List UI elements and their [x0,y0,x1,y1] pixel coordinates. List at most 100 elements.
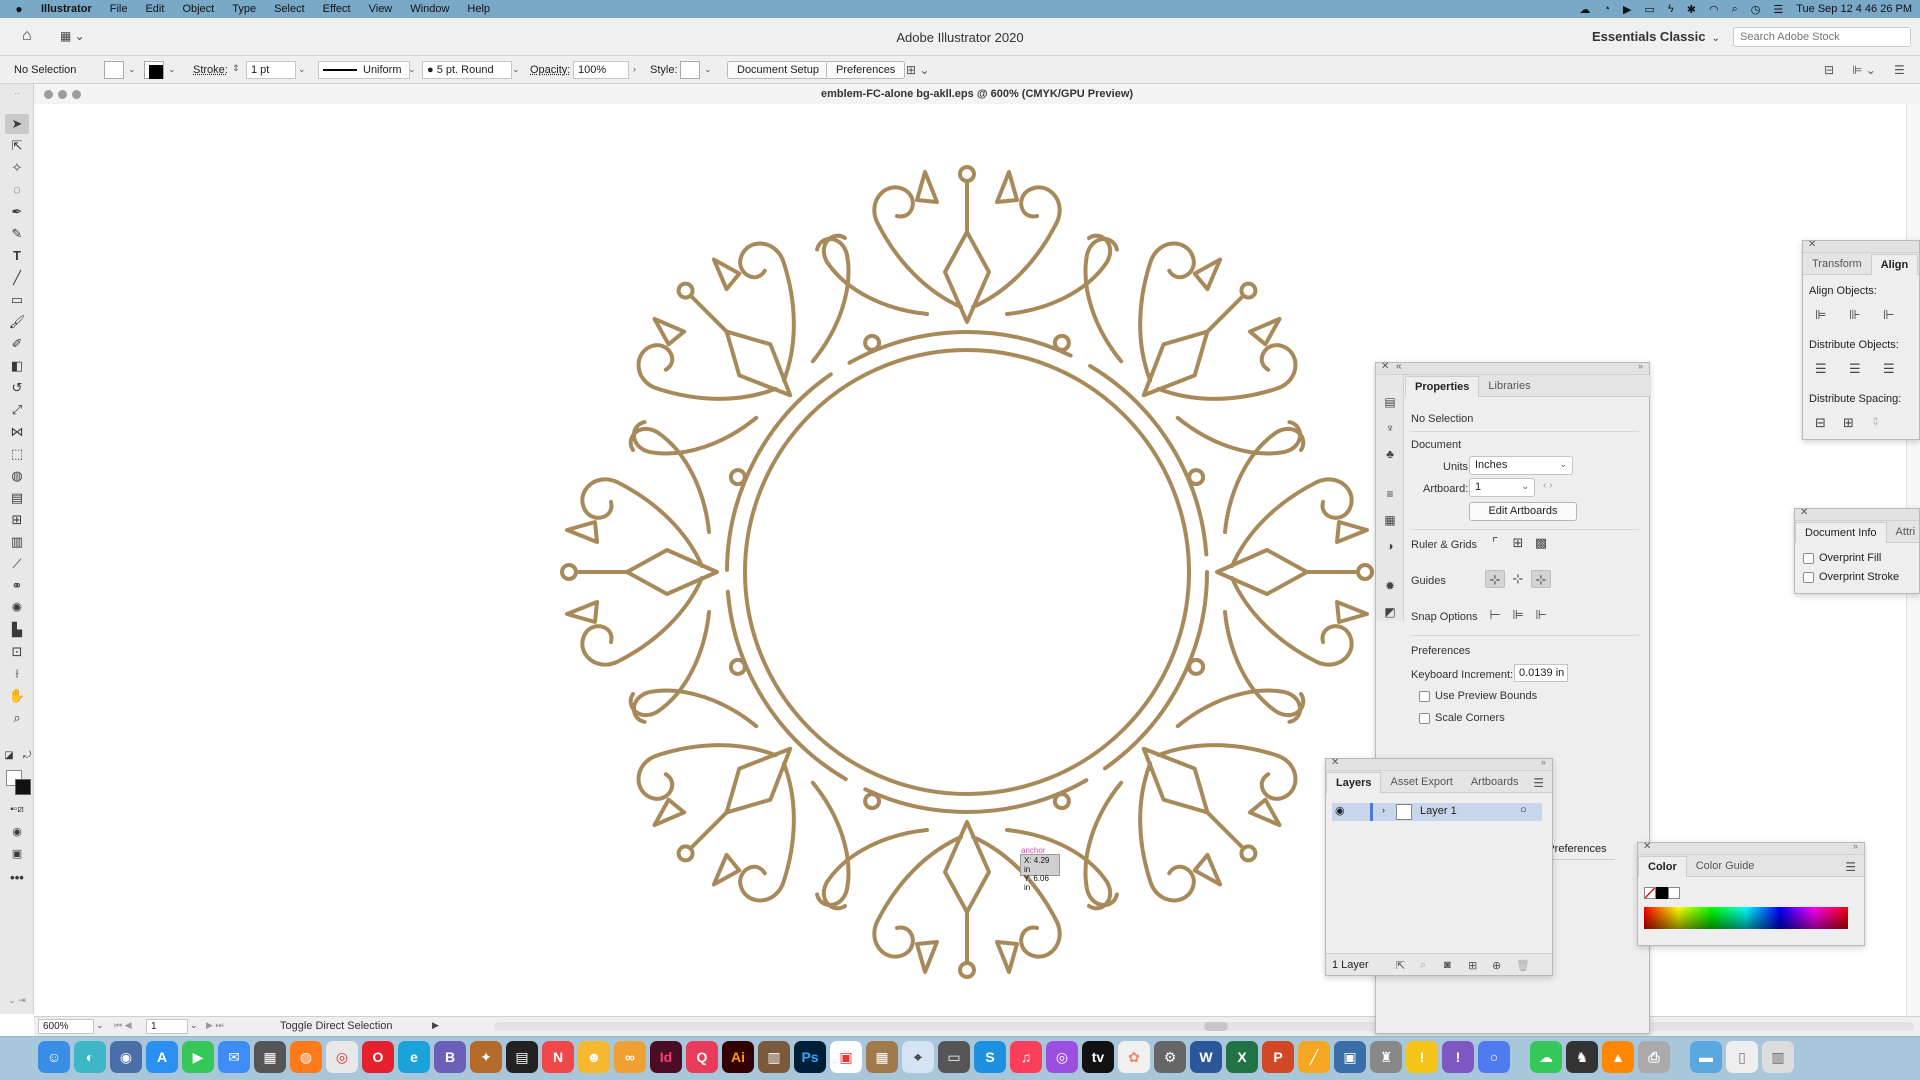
ring-dot[interactable] [863,792,882,811]
slice-tool-icon[interactable]: ⟊ [5,664,29,684]
magic-wand-tool-icon[interactable]: ✧ [5,158,29,178]
align-panel-icon[interactable]: ⊟ [1824,63,1834,77]
dock-app-icon[interactable]: ▦ [866,1041,898,1073]
snap-to-pixel-icon[interactable]: ⊩ [1531,606,1551,624]
right-leaf[interactable] [1192,852,1228,890]
artboard-nav-icons[interactable]: ‹ › [1543,480,1552,491]
opacity-label[interactable]: Opacity: [530,64,570,76]
bluetooth-icon[interactable]: ✱ [1687,3,1696,16]
fill-swatch[interactable] [104,61,124,79]
edit-artboards-button[interactable]: Edit Artboards [1469,502,1577,521]
target-circle-icon[interactable]: ○ [1520,804,1527,816]
status-tool-hint[interactable]: Toggle Direct Selection [280,1020,393,1032]
arrange-icon[interactable]: ⊞ ⌄ [906,63,929,77]
rectangle-tool-icon[interactable]: ▭ [5,290,29,310]
inner-ring[interactable] [743,348,1191,796]
feedback-icon[interactable]: ! [1442,1041,1474,1073]
scrollbar-thumb[interactable] [1204,1022,1228,1031]
snap-to-point-icon[interactable]: ⊢ [1485,606,1505,624]
type-tool-icon[interactable]: T [5,246,29,266]
collapse-icon[interactable]: « [1396,361,1402,372]
stroke-dropdown-icon[interactable]: ⌄ [168,64,176,75]
panel-titlebar[interactable]: ✕ [1795,507,1919,521]
distribute-icon[interactable]: ⊫ ⌄ [1852,63,1876,77]
tab-align[interactable]: Align [1870,254,1919,275]
ornament-segment[interactable] [579,628,911,960]
artboard-tool-icon[interactable]: ⊡ [5,642,29,662]
scale-corners-checkbox[interactable] [1419,713,1430,724]
dock-app-icon[interactable]: ╱ [1298,1041,1330,1073]
workspace-switcher[interactable]: Essentials Classic ⌄ [1592,29,1720,44]
maps-icon[interactable]: ⌖ [902,1041,934,1073]
dock-app-icon[interactable]: ○ [1478,1041,1510,1073]
swap-colors-icon[interactable]: ⤾ [20,746,34,766]
column-graph-tool-icon[interactable]: ▙ [5,620,29,640]
spire-line[interactable] [1205,810,1245,850]
launchpad-icon[interactable]: ◉ [110,1041,142,1073]
calculator-icon[interactable]: ▦ [254,1041,286,1073]
dock-app-icon[interactable]: Q [686,1041,718,1073]
left-curl[interactable] [1223,426,1306,534]
toolbar-grip-icon[interactable]: ‥ [5,82,29,102]
home-icon[interactable]: ⌂ [22,27,32,45]
free-transform-tool-icon[interactable]: ⬚ [5,444,29,464]
appearance-strip-icon[interactable]: ✹ [1382,579,1398,593]
control-center-icon[interactable]: ☰ [1773,3,1783,16]
right-scroll[interactable] [580,477,704,568]
calendar-icon[interactable]: ▣ [830,1041,862,1073]
podcasts-icon[interactable]: ◎ [1046,1041,1078,1073]
tab-attributes[interactable]: Attri [1887,522,1920,542]
terminal-dot[interactable] [1356,563,1374,581]
menu-file[interactable]: File [101,3,137,15]
blend-tool-icon[interactable]: ⚭ [5,576,29,596]
libraries-strip-icon[interactable]: ♆ [1382,421,1398,435]
new-sublayer-icon[interactable]: ⊞ [1468,959,1477,972]
cloud-status-icon[interactable]: ☁ [1579,3,1590,16]
right-scroll[interactable] [872,835,963,959]
wifi-icon[interactable]: ◠ [1709,3,1719,16]
spotlight-search-icon[interactable]: ⌕ [1732,3,1738,16]
tab-properties[interactable]: Properties [1405,376,1480,397]
zoom-tool-icon[interactable]: ⌕ [5,708,29,728]
gradient-strip-icon[interactable]: ▦ [1382,513,1398,527]
expand-icon[interactable]: » [1853,841,1858,851]
dock-app-icon[interactable]: ☻ [578,1041,610,1073]
panel-titlebar[interactable]: ✕ [1803,239,1919,253]
dock-app-icon[interactable]: ! [1406,1041,1438,1073]
perspective-grid-tool-icon[interactable]: ▤ [5,488,29,508]
left-leaf[interactable] [1335,520,1369,544]
apple-menu-icon[interactable]: ● [6,2,32,16]
symbol-sprayer-tool-icon[interactable]: ✺ [5,598,29,618]
facetime-icon[interactable]: ▶ [182,1041,214,1073]
right-leaf[interactable] [1247,310,1285,347]
smart-guides-icon[interactable]: ⊹ [1531,570,1551,588]
right-leaf[interactable] [565,520,599,544]
eyedropper-tool-icon[interactable]: ⟋ [5,554,29,574]
curvature-tool-icon[interactable]: ✎ [5,224,29,244]
chrome-icon[interactable]: ◎ [326,1041,358,1073]
align-left-icon[interactable]: ⊫ [1815,307,1826,323]
keyboard-increment-field[interactable]: 0.0139 in [1514,664,1568,682]
overprint-stroke-checkbox[interactable] [1803,572,1814,583]
distribute-middle-icon[interactable]: ☰ [1849,361,1861,377]
locate-object-icon[interactable]: ⌕ [1420,959,1426,972]
left-leaf[interactable] [1247,797,1285,833]
variable-width-profile[interactable]: Uniform [318,61,410,79]
dock-app-icon[interactable]: ▣ [1334,1041,1366,1073]
shape-builder-tool-icon[interactable]: ◍ [5,466,29,486]
bolt-icon[interactable]: ϟ [1668,3,1674,15]
menu-app[interactable]: Illustrator [32,3,101,15]
line-segment-tool-icon[interactable]: ╱ [5,268,29,288]
overprint-fill-checkbox[interactable] [1803,553,1814,564]
left-scroll[interactable] [872,185,963,309]
right-curl[interactable] [1005,233,1113,316]
panel-menu-icon[interactable]: ☰ [1533,776,1544,790]
units-select[interactable]: Inches ⌄ [1469,456,1573,475]
symbols-strip-icon[interactable]: ♣ [1382,447,1398,461]
new-layer-icon[interactable]: ⊕ [1492,959,1501,972]
artboard-number-field[interactable]: 1 [146,1019,188,1034]
scale-tool-icon[interactable]: ⤢ [5,400,29,420]
tab-libraries[interactable]: Libraries [1479,376,1539,396]
tab-asset-export[interactable]: Asset Export [1381,772,1461,792]
grid-toggle-icon[interactable]: ⊞ [1508,534,1528,552]
